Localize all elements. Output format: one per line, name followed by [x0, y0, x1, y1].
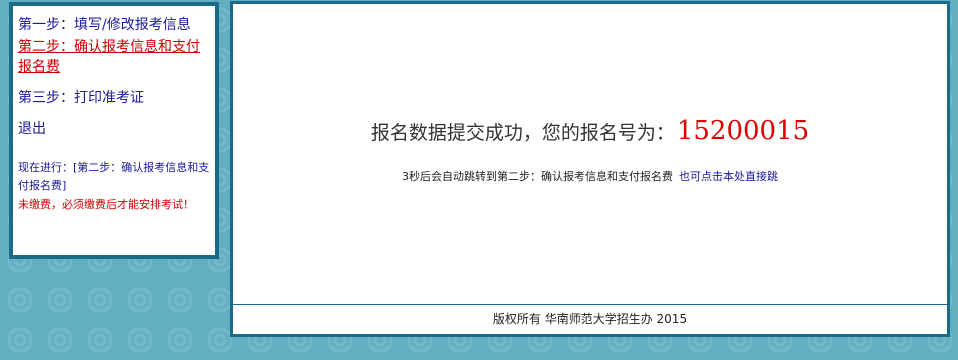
- sidebar-step-1-link[interactable]: 第一步：填写/修改报考信息: [18, 15, 208, 35]
- logout-link[interactable]: 退出: [18, 119, 208, 139]
- sidebar-step-2-link[interactable]: 第二步：确认报考信息和支付报名费: [18, 37, 208, 77]
- main-panel: 报名数据提交成功，您的报名号为：15200015 3秒后会自动跳转到第二步：确认…: [230, 1, 950, 337]
- current-step-status: 现在进行：[第二步：确认报考信息和支付报名费]: [18, 161, 210, 192]
- sidebar: 第一步：填写/修改报考信息 第二步：确认报考信息和支付报名费 第三步：打印准考证…: [9, 2, 219, 259]
- redirect-link[interactable]: 也可点击本处直接跳: [679, 170, 778, 183]
- redirect-line: 3秒后会自动跳转到第二步：确认报考信息和支付报名费 也可点击本处直接跳: [233, 168, 947, 184]
- success-message: 报名数据提交成功，您的报名号为：: [370, 122, 675, 144]
- redirect-text: 3秒后会自动跳转到第二步：确认报考信息和支付报名费: [402, 170, 673, 183]
- sidebar-step-3-link[interactable]: 第三步：打印准考证: [18, 88, 208, 108]
- registration-number: 15200015: [676, 116, 810, 146]
- unpaid-warning: 未缴费，必须缴费后才能安排考试！: [18, 198, 194, 211]
- footer: 版权所有 华南师范大学招生办 2015: [233, 304, 947, 334]
- success-message-line: 报名数据提交成功，您的报名号为：15200015: [233, 116, 947, 146]
